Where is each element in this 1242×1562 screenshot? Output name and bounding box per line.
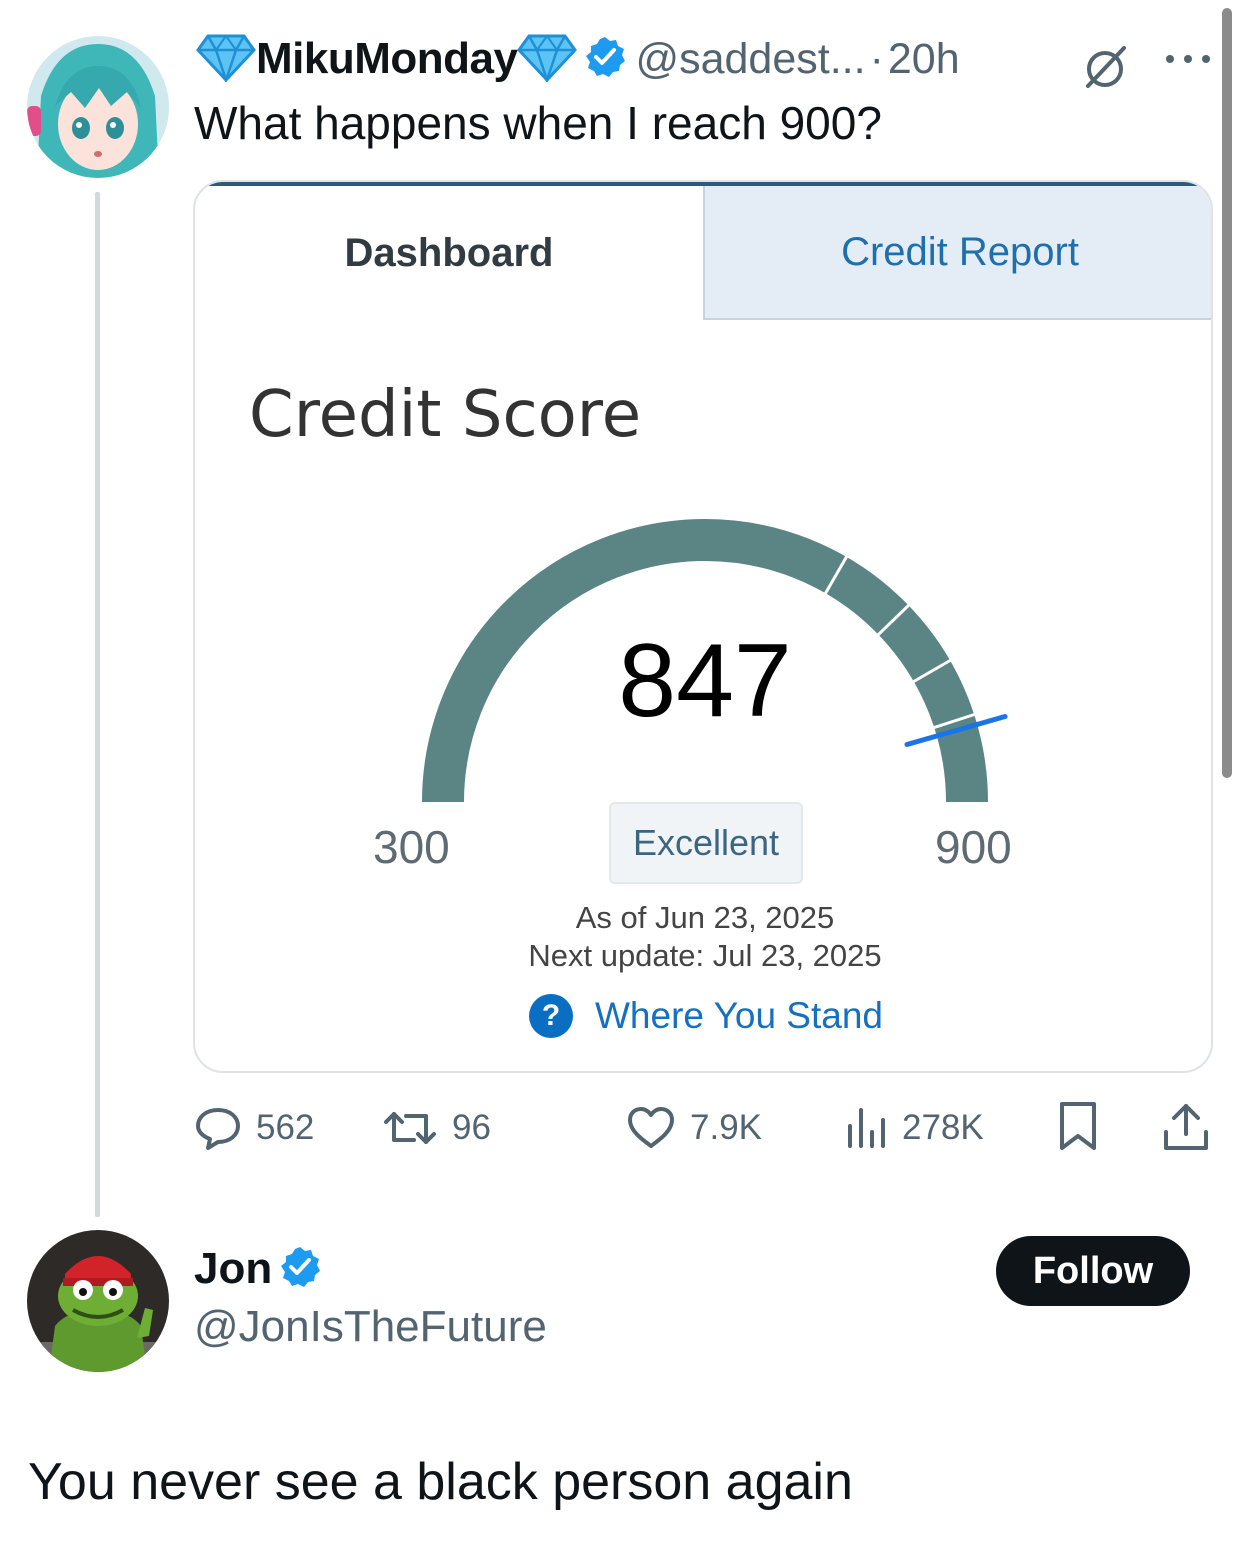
help-icon: ? — [529, 994, 573, 1038]
like-button[interactable]: 7.9K — [626, 1100, 762, 1156]
next-update-date: Next update: Jul 23, 2025 — [528, 938, 882, 973]
reply-icon — [196, 1108, 240, 1150]
verified-badge-icon — [278, 1245, 322, 1294]
display-name[interactable]: MikuMonday — [256, 34, 518, 84]
tweet-handle[interactable]: @saddest... — [635, 35, 865, 84]
tweet-header: MikuMonday @saddest... · 20h — [196, 26, 960, 92]
gem-icon — [196, 32, 256, 87]
reply-text: You never see a black person again — [28, 1453, 853, 1511]
views-count: 278K — [902, 1108, 984, 1147]
tweet-time[interactable]: 20h — [888, 35, 960, 84]
reply-header: Jon — [194, 1244, 322, 1294]
like-icon — [628, 1107, 674, 1148]
thread-line — [95, 192, 100, 1217]
gauge-max-label: 900 — [935, 821, 1012, 873]
retweet-icon — [384, 1112, 436, 1144]
where-you-stand-link[interactable]: ? Where You Stand — [529, 994, 883, 1038]
tweet-text: What happens when I reach 900? — [194, 97, 882, 149]
more-icon[interactable] — [1160, 42, 1216, 76]
gauge-min-label: 300 — [373, 821, 450, 873]
views-icon — [848, 1108, 885, 1148]
retweet-count: 96 — [452, 1108, 491, 1147]
retweet-button[interactable]: 96 — [382, 1100, 491, 1156]
as-of-date: As of Jun 23, 2025 — [575, 900, 835, 935]
avatar[interactable] — [27, 1230, 169, 1372]
scrollbar[interactable] — [1222, 8, 1232, 778]
like-count: 7.9K — [690, 1108, 762, 1147]
share-button[interactable] — [1162, 1100, 1210, 1159]
share-icon — [1164, 1104, 1208, 1150]
where-you-stand-label[interactable]: Where You Stand — [595, 995, 883, 1037]
grok-icon[interactable] — [1078, 40, 1132, 94]
separator-dot: · — [869, 34, 884, 83]
follow-button[interactable]: Follow — [996, 1236, 1190, 1306]
bookmark-icon — [1060, 1102, 1096, 1150]
gem-icon — [517, 32, 578, 87]
reply-display-name[interactable]: Jon — [194, 1244, 272, 1294]
rating-badge: Excellent — [609, 802, 803, 884]
credit-card-image[interactable]: Dashboard Credit Report Credit Score 847… — [193, 180, 1213, 1073]
avatar[interactable] — [27, 36, 169, 178]
credit-score-value: 847 — [618, 623, 792, 739]
reply-button[interactable]: 562 — [194, 1100, 314, 1156]
bookmark-button[interactable] — [1056, 1100, 1100, 1159]
reply-count: 562 — [256, 1108, 315, 1147]
reply-handle[interactable]: @JonIsTheFuture — [194, 1302, 547, 1352]
verified-badge-icon — [583, 35, 627, 84]
views-button[interactable]: 278K — [844, 1100, 984, 1156]
